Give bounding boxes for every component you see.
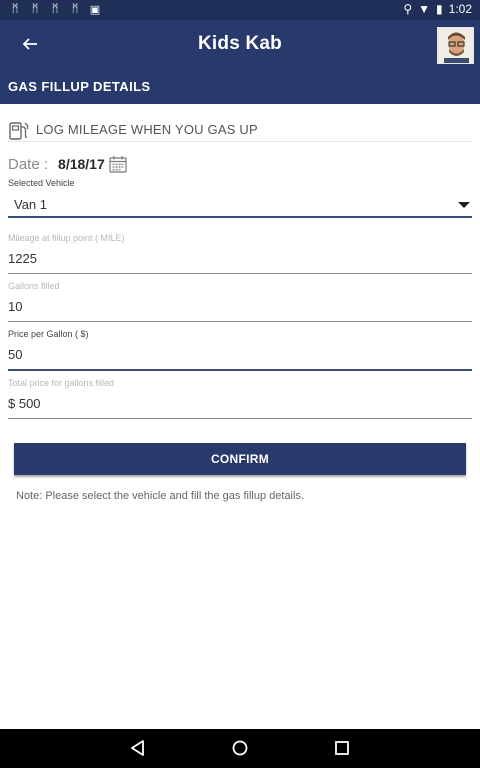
section-header: GAS FILLUP DETAILS [0,70,480,104]
price-input[interactable]: 50 [8,347,472,367]
gallons-field[interactable]: Gallons filled 10 [8,281,472,322]
notification-icon: ᛗ [71,3,79,15]
mileage-input[interactable]: 1225 [8,251,472,271]
log-mileage-row: LOG MILEAGE WHEN YOU GAS UP [8,118,472,142]
mileage-underline [8,273,472,274]
total-label: Total price for gallons filled [8,378,115,388]
vehicle-select[interactable]: Selected Vehicle Van 1 [8,178,472,218]
avatar[interactable] [437,27,474,64]
vehicle-value[interactable]: Van 1 [8,197,472,217]
status-bar: ᛗ ᛗ ᛗ ᛗ ▣ ⚲ ▼ ▮ 1:02 [0,0,480,20]
vehicle-label: Selected Vehicle [8,178,75,188]
log-mileage-text: LOG MILEAGE WHEN YOU GAS UP [36,122,258,137]
date-row: Date : 8/18/17 [8,154,127,174]
vehicle-underline [8,216,472,218]
home-circle-icon[interactable] [230,738,250,758]
gallons-underline [8,321,472,322]
battery-icon: ▮ [436,2,443,16]
total-underline [8,418,472,419]
back-triangle-icon[interactable] [128,738,148,758]
mileage-field[interactable]: Mileage at fillup point ( MILE) 1225 [8,233,472,274]
wifi-icon: ▼ [418,2,431,16]
price-field[interactable]: Price per Gallon ( $) 50 [8,329,472,371]
price-label: Price per Gallon ( $) [8,329,89,339]
location-icon: ⚲ [403,2,413,16]
mileage-label: Mileage at fillup point ( MILE) [8,233,125,243]
status-system: ⚲ ▼ ▮ 1:02 [403,2,472,16]
profile-photo [438,28,473,63]
gas-pump-icon [9,122,29,140]
chevron-down-icon[interactable] [458,202,470,208]
notification-icon: ᛗ [51,3,59,15]
gallons-input[interactable]: 10 [8,299,472,319]
app-bar: Kids Kab [0,20,480,70]
total-value: $ 500 [8,396,41,411]
navigation-bar [0,729,480,768]
status-notifications: ᛗ ᛗ ᛗ ᛗ ▣ [8,3,102,16]
recents-square-icon[interactable] [332,738,352,758]
status-time: 1:02 [448,2,472,16]
note-text: Note: Please select the vehicle and fill… [16,490,304,502]
app-title: Kids Kab [198,33,282,54]
date-value[interactable]: 8/18/17 [58,156,105,172]
total-field: Total price for gallons filled $ 500 [8,378,472,419]
calendar-icon[interactable] [109,155,127,173]
section-title: GAS FILLUP DETAILS [8,79,151,94]
price-underline [8,369,472,371]
image-icon: ▣ [89,4,101,16]
gallons-label: Gallons filled [8,281,60,291]
notification-icon: ᛗ [11,3,19,15]
date-label: Date : [8,155,49,173]
confirm-button[interactable]: CONFIRM [14,443,466,475]
notification-icon: ᛗ [31,3,39,15]
